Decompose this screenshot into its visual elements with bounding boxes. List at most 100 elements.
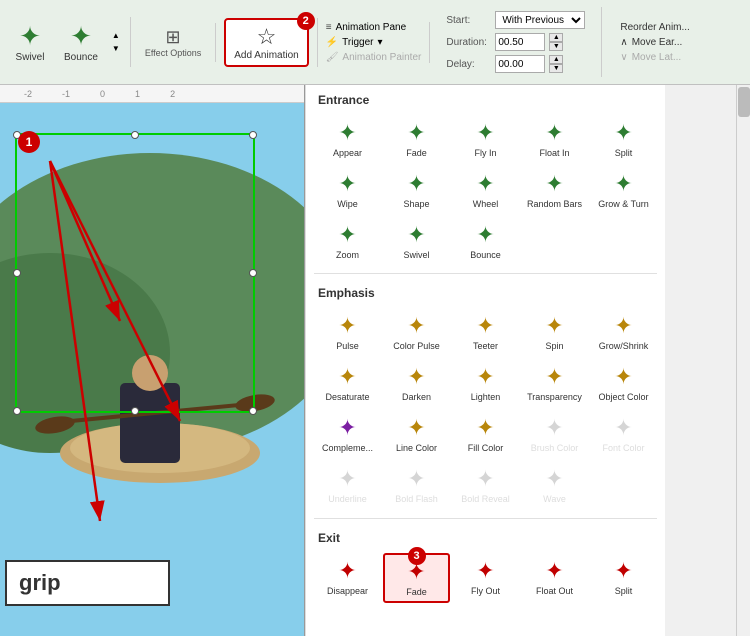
anim-item[interactable]: ✦Spin: [521, 308, 588, 357]
slide-text-box: grip: [5, 560, 170, 606]
handle-mr[interactable]: [249, 269, 257, 277]
anim-item[interactable]: ✦Appear: [314, 115, 381, 164]
anim-item[interactable]: ✦Float Out: [521, 553, 588, 604]
anim-item[interactable]: ✦Fly Out: [452, 553, 519, 604]
anim-item-label: Float In: [539, 148, 569, 159]
move-later-button[interactable]: ∨ Move Lat...: [618, 51, 691, 64]
anim-item-label: Fade: [406, 587, 427, 598]
anim-item[interactable]: ✦Bounce: [452, 217, 519, 266]
duration-down-button[interactable]: ▼: [549, 42, 563, 51]
anim-item: ✦Underline: [314, 461, 381, 510]
anim-item-label: Desaturate: [325, 392, 369, 403]
selection-box: [15, 133, 255, 413]
anim-item[interactable]: ✦Fill Color: [452, 410, 519, 459]
anim-item[interactable]: ✦Grow & Turn: [590, 166, 657, 215]
anim-item[interactable]: ✦Zoom: [314, 217, 381, 266]
anim-item: ✦Bold Flash: [383, 461, 450, 510]
add-animation-button[interactable]: 2 ☆ Add Animation: [224, 18, 309, 67]
anim-item[interactable]: ✦Pulse: [314, 308, 381, 357]
anim-item[interactable]: ✦Grow/Shrink: [590, 308, 657, 357]
effects-label: Effect Options: [145, 48, 201, 58]
add-animation-label: Add Animation: [234, 50, 299, 61]
anim-item[interactable]: ✦Transparency: [521, 359, 588, 408]
bounce-icon: ✦: [70, 21, 92, 52]
anim-item-label: Color Pulse: [393, 341, 440, 352]
timing-group: Start: With Previous On Click After Prev…: [430, 7, 602, 77]
toolbar: ✦ Swivel ✦ Bounce ▲ ▼ ⊞ Effect Options 2…: [0, 0, 750, 85]
anim-item[interactable]: ✦Fade: [383, 115, 450, 164]
anim-icon: ✦: [407, 313, 425, 339]
anim-item-label: Line Color: [396, 443, 437, 454]
anim-item-label: Grow & Turn: [598, 199, 649, 210]
anim-item[interactable]: ✦Split: [590, 115, 657, 164]
anim-item[interactable]: ✦ Color Pulse: [383, 308, 450, 357]
start-select[interactable]: With Previous On Click After Previous: [495, 11, 585, 29]
anim-item[interactable]: ✦ Float In: [521, 115, 588, 164]
effects-group: ⊞ Effect Options: [131, 23, 216, 62]
anim-item[interactable]: ✦Fly In: [452, 115, 519, 164]
handle-tr[interactable]: [249, 131, 257, 139]
animation-presets-group: ✦ Swivel ✦ Bounce ▲ ▼: [0, 17, 131, 67]
anim-item-label: Grow/Shrink: [599, 341, 649, 352]
anim-item[interactable]: ✦Lighten: [452, 359, 519, 408]
effects-options-button[interactable]: ⊞ Effect Options: [139, 23, 207, 62]
anim-item[interactable]: ✦Random Bars: [521, 166, 588, 215]
animation-panel: Entrance ✦Appear✦Fade✦Fly In✦Float In✦Sp…: [305, 85, 665, 636]
anim-item[interactable]: ✦ Line Color: [383, 410, 450, 459]
anim-item[interactable]: ✦Disappear: [314, 553, 381, 604]
anim-item[interactable]: 3✦Fade: [383, 553, 450, 604]
anim-item-label: Float Out: [536, 586, 573, 597]
anim-item[interactable]: ✦Darken: [383, 359, 450, 408]
anim-icon: ✦: [545, 466, 563, 492]
delay-input[interactable]: [495, 55, 545, 73]
scroll-up-button[interactable]: ▲: [110, 29, 122, 42]
handle-br[interactable]: [249, 407, 257, 415]
ruler: -2 -1 0 1 2: [0, 85, 304, 103]
anim-item[interactable]: ✦Compleme...: [314, 410, 381, 459]
delay-up-button[interactable]: ▲: [549, 55, 563, 64]
start-label: Start:: [446, 15, 491, 26]
duration-input[interactable]: [495, 33, 545, 51]
anim-item[interactable]: ✦Object Color: [590, 359, 657, 408]
duration-label: Duration:: [446, 37, 491, 48]
handle-bm[interactable]: [131, 407, 139, 415]
scrollbar-thumb[interactable]: [738, 87, 750, 117]
anim-item[interactable]: ✦Shape: [383, 166, 450, 215]
divider-1: [314, 273, 657, 274]
anim-item: ✦Bold Reveal: [452, 461, 519, 510]
handle-bl[interactable]: [13, 407, 21, 415]
anim-item[interactable]: ✦Wheel: [452, 166, 519, 215]
divider-2: [314, 518, 657, 519]
swivel-button[interactable]: ✦ Swivel: [8, 17, 52, 67]
exit-grid: ✦Disappear3✦Fade✦Fly Out✦Float Out✦Split: [306, 549, 665, 608]
handle-ml[interactable]: [13, 269, 21, 277]
anim-item[interactable]: ✦Teeter: [452, 308, 519, 357]
anim-item-label: Spin: [545, 341, 563, 352]
anim-icon: ✦: [545, 120, 563, 146]
duration-up-button[interactable]: ▲: [549, 33, 563, 42]
anim-item[interactable]: ✦Swivel: [383, 217, 450, 266]
anim-item-label: Fill Color: [468, 443, 504, 454]
anim-icon: ✦: [476, 120, 494, 146]
anim-item-label: Swivel: [403, 250, 429, 261]
animation-pane-button[interactable]: ≡ Animation Pane: [326, 22, 422, 33]
anim-item[interactable]: ✦Wipe: [314, 166, 381, 215]
animation-painter-button[interactable]: 🖌 Animation Painter: [326, 52, 422, 63]
entrance-grid: ✦Appear✦Fade✦Fly In✦Float In✦Split✦Wipe✦…: [306, 111, 665, 269]
trigger-button[interactable]: ⚡ Trigger ▾: [326, 37, 422, 48]
move-earlier-button[interactable]: ∧ Move Ear...: [618, 36, 691, 49]
anim-item[interactable]: ✦Split: [590, 553, 657, 604]
delay-down-button[interactable]: ▼: [549, 64, 563, 73]
anim-icon: ✦: [407, 466, 425, 492]
handle-tm[interactable]: [131, 131, 139, 139]
slide-canvas: 1 grip: [0, 103, 304, 636]
anim-icon: ✦: [614, 364, 632, 390]
anim-item-label: Pulse: [336, 341, 359, 352]
anim-icon: ✦: [407, 120, 425, 146]
anim-item[interactable]: ✦Desaturate: [314, 359, 381, 408]
scroll-down-button[interactable]: ▼: [110, 42, 122, 55]
animation-pane-icon: ≡: [326, 22, 332, 33]
anim-icon: ✦: [614, 558, 632, 584]
anim-icon: ✦: [407, 415, 425, 441]
bounce-button[interactable]: ✦ Bounce: [58, 17, 104, 67]
